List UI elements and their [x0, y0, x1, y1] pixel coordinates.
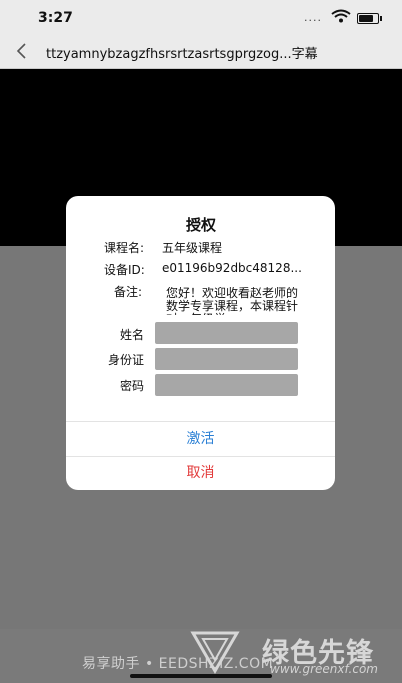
device-id-value: e01196b92dbc48128... — [162, 261, 302, 275]
course-value: 五年级课程 — [162, 241, 223, 255]
note-label: 备注: — [114, 285, 143, 299]
cancel-button[interactable]: 取消 — [66, 457, 335, 490]
battery-icon — [357, 13, 382, 24]
status-time: 3:27 — [38, 10, 73, 26]
name-label: 姓名 — [120, 328, 145, 342]
note-text[interactable]: 您好！欢迎收看赵老师的数学专享课程，本课程针对一年级学 — [166, 287, 304, 315]
watermark-text: 易享助手 • EEDSHZIZ.COM — [82, 656, 274, 672]
dialog-title: 授权 — [185, 216, 216, 234]
id-card-label: 身份证 — [108, 353, 145, 367]
device-id-label: 设备ID: — [104, 263, 145, 277]
id-card-input[interactable] — [155, 348, 298, 370]
activate-button[interactable]: 激活 — [66, 422, 335, 456]
watermark-logo-icon — [190, 631, 240, 674]
course-label: 课程名: — [104, 241, 145, 255]
signal-indicator: .... — [304, 11, 322, 24]
watermark-url: www.greenxf.com — [270, 662, 378, 676]
name-input[interactable] — [155, 322, 298, 344]
chevron-left-icon[interactable] — [14, 42, 28, 60]
password-label: 密码 — [120, 379, 145, 393]
password-input[interactable] — [155, 374, 298, 396]
nav-title: ttzyamnybzagzfhsrsrtzasrtsgprgzog...字幕 — [46, 47, 318, 62]
wifi-icon — [331, 9, 351, 23]
home-indicator — [130, 674, 272, 678]
